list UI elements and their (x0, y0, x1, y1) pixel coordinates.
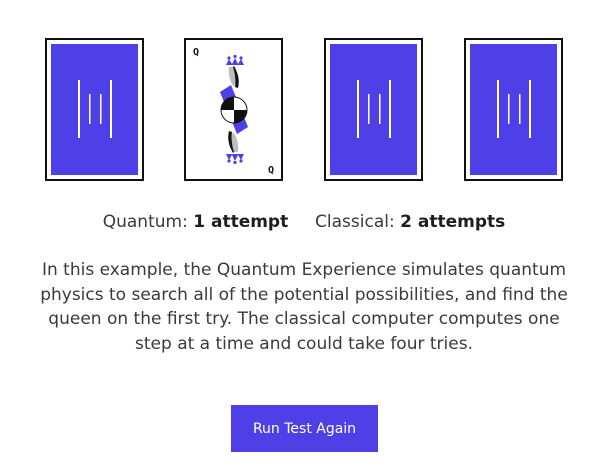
description-text: In this example, the Quantum Experience … (40, 260, 568, 354)
run-test-again-button[interactable]: Run Test Again (231, 405, 378, 452)
card-4[interactable] (464, 38, 563, 181)
card-2-queen[interactable]: Q Q (184, 38, 283, 181)
quantum-attempts: 1 attempt (193, 212, 289, 232)
card-back-icon (470, 44, 557, 175)
rank-top: Q (193, 47, 199, 58)
queen-card-icon: Q Q (193, 47, 274, 176)
card-row: Q Q (0, 38, 608, 186)
classical-attempts: 2 attempts (400, 212, 506, 232)
card-1[interactable] (45, 38, 144, 181)
card-back-icon (51, 44, 138, 175)
card-back-icon (330, 44, 417, 175)
quantum-label: Quantum: (102, 212, 188, 232)
rank-bottom: Q (268, 165, 274, 176)
card-3[interactable] (324, 38, 423, 181)
attempts-summary: Quantum: 1 attempt Classical: 2 attempts (0, 212, 608, 232)
classical-label: Classical: (315, 212, 395, 232)
